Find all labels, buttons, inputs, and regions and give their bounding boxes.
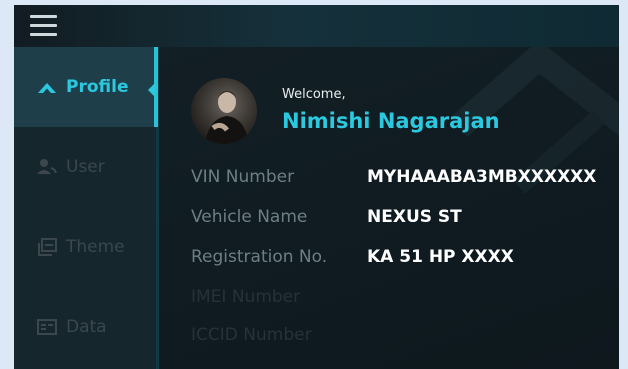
top-bar (14, 5, 619, 47)
sidebar-item-label: User (66, 157, 105, 177)
sidebar-item-data[interactable]: Data (14, 287, 154, 367)
users-icon (36, 158, 58, 176)
data-card-icon (36, 318, 58, 336)
sidebar-item-label: Profile (66, 77, 129, 97)
chevron-up-icon (36, 78, 58, 96)
field-label: Vehicle Name (191, 207, 308, 227)
user-name: Nimishi Nagarajan (282, 109, 500, 133)
field-label: VIN Number (191, 167, 295, 187)
hamburger-icon[interactable] (30, 13, 57, 39)
field-label: IMEI Number (191, 287, 301, 307)
sidebar-item-label: Data (66, 317, 107, 337)
field-value: MYHAAABA3MBXXXXXX (367, 167, 597, 187)
sidebar-item-user[interactable]: User (14, 127, 154, 207)
sidebar-item-theme[interactable]: Theme (14, 207, 154, 287)
sidebar: Profile User Theme Data (14, 47, 158, 369)
avatar (191, 78, 257, 144)
field-label: ICCID Number (191, 325, 312, 345)
sidebar-caret-icon (148, 83, 155, 97)
sidebar-item-profile[interactable]: Profile (14, 47, 154, 127)
profile-panel: Welcome, Nimishi Nagarajan VIN Number MY… (159, 47, 619, 369)
welcome-label: Welcome, (282, 87, 346, 102)
field-value: KA 51 HP XXXX (367, 247, 514, 267)
field-value: NEXUS ST (367, 207, 462, 227)
field-label: Registration No. (191, 247, 328, 267)
sidebar-item-label: Theme (66, 237, 125, 257)
app-screen: Profile User Theme Data Welcome, Nimishi… (14, 5, 619, 369)
theme-icon (36, 238, 58, 256)
